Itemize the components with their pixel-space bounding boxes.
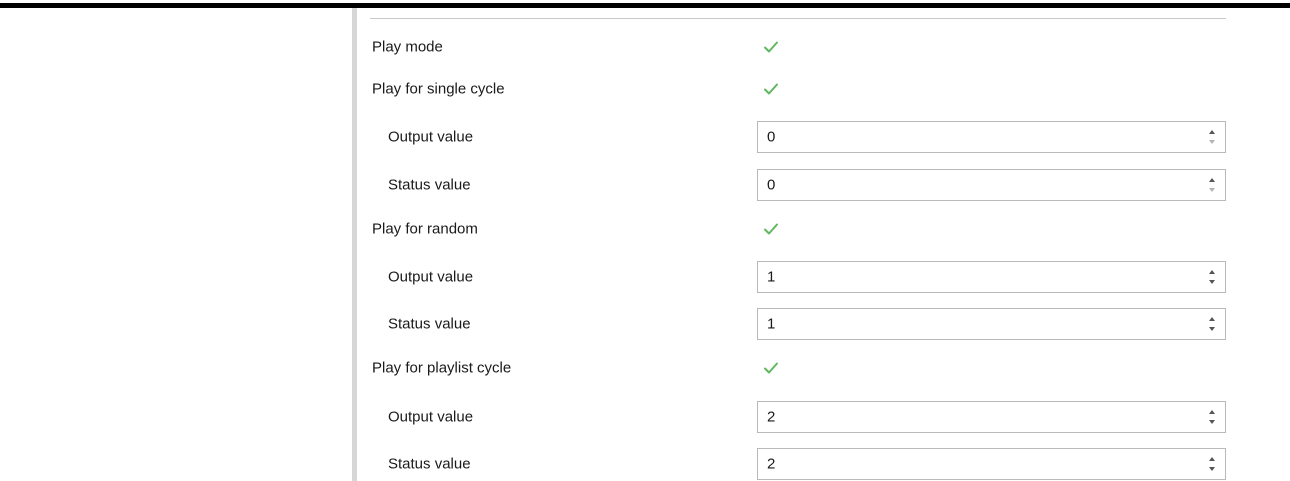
spinner-arrows (1207, 267, 1217, 287)
play-single-cycle-checkbox[interactable] (762, 80, 780, 98)
play-mode-checkbox[interactable] (762, 38, 780, 56)
arrow-down-icon[interactable] (1207, 417, 1217, 427)
playlist-cycle-status-row: Status value 2 (357, 448, 1290, 480)
section-divider (370, 18, 1226, 19)
checkmark-icon (764, 362, 778, 374)
single-cycle-status-row: Status value 0 (357, 169, 1290, 201)
arrow-down-icon[interactable] (1207, 185, 1217, 195)
single-cycle-output-row: Output value 0 (357, 121, 1290, 153)
playlist-cycle-output-row: Output value 2 (357, 401, 1290, 433)
checkmark-icon (764, 223, 778, 235)
arrow-down-icon[interactable] (1207, 137, 1217, 147)
arrow-up-icon[interactable] (1207, 267, 1217, 277)
playlist-cycle-output-value[interactable]: 2 (767, 409, 775, 426)
single-cycle-output-spinbox[interactable]: 0 (757, 121, 1226, 153)
spinner-arrows (1207, 127, 1217, 147)
arrow-up-icon[interactable] (1207, 175, 1217, 185)
single-cycle-status-value[interactable]: 0 (767, 177, 775, 194)
play-mode-row: Play mode (357, 32, 1290, 62)
navigation-pane (0, 8, 352, 481)
spinner-arrows (1207, 407, 1217, 427)
parameter-panel: Play mode Play for single cycle Output v… (357, 8, 1290, 481)
random-output-label: Output value (388, 268, 474, 286)
single-cycle-output-value[interactable]: 0 (767, 129, 775, 146)
random-output-row: Output value 1 (357, 261, 1290, 293)
play-random-label: Play for random (372, 220, 478, 238)
play-playlist-cycle-checkbox[interactable] (762, 359, 780, 377)
arrow-down-icon[interactable] (1207, 324, 1217, 334)
checkmark-icon (764, 41, 778, 53)
play-playlist-cycle-label: Play for playlist cycle (372, 359, 512, 377)
arrow-up-icon[interactable] (1207, 454, 1217, 464)
playlist-cycle-output-label: Output value (388, 408, 474, 426)
play-playlist-cycle-row: Play for playlist cycle (357, 353, 1290, 383)
play-random-checkbox[interactable] (762, 220, 780, 238)
random-output-spinbox[interactable]: 1 (757, 261, 1226, 293)
random-output-value[interactable]: 1 (767, 269, 775, 286)
random-status-spinbox[interactable]: 1 (757, 308, 1226, 340)
playlist-cycle-status-label: Status value (388, 455, 471, 473)
checkmark-icon (764, 83, 778, 95)
random-status-row: Status value 1 (357, 308, 1290, 340)
play-single-cycle-label: Play for single cycle (372, 80, 505, 98)
spinner-arrows (1207, 175, 1217, 195)
play-single-cycle-row: Play for single cycle (357, 74, 1290, 104)
arrow-up-icon[interactable] (1207, 127, 1217, 137)
random-status-value[interactable]: 1 (767, 316, 775, 333)
playlist-cycle-output-spinbox[interactable]: 2 (757, 401, 1226, 433)
single-cycle-status-label: Status value (388, 176, 471, 194)
spinner-arrows (1207, 454, 1217, 474)
spinner-arrows (1207, 314, 1217, 334)
play-random-row: Play for random (357, 214, 1290, 244)
play-mode-label: Play mode (372, 38, 443, 56)
arrow-up-icon[interactable] (1207, 407, 1217, 417)
arrow-down-icon[interactable] (1207, 464, 1217, 474)
arrow-up-icon[interactable] (1207, 314, 1217, 324)
single-cycle-output-label: Output value (388, 128, 474, 146)
arrow-down-icon[interactable] (1207, 277, 1217, 287)
random-status-label: Status value (388, 315, 471, 333)
playlist-cycle-status-spinbox[interactable]: 2 (757, 448, 1226, 480)
single-cycle-status-spinbox[interactable]: 0 (757, 169, 1226, 201)
playlist-cycle-status-value[interactable]: 2 (767, 456, 775, 473)
